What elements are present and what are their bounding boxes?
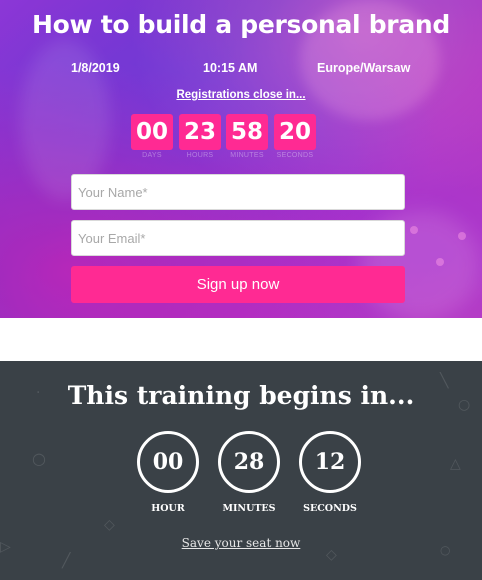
email-field[interactable] (71, 220, 405, 256)
countdown-days-label: DAYS (142, 152, 162, 159)
hero-decor-dot (436, 258, 444, 266)
training-title: This training begins in... (67, 381, 415, 410)
training-hours-label: HOUR (151, 503, 185, 514)
hero-decor-dot (458, 232, 466, 240)
sign-up-button[interactable]: Sign up now (71, 266, 405, 303)
training-hours-ring: 00 (137, 431, 199, 493)
save-seat-link[interactable]: Save your seat now (0, 536, 482, 550)
countdown-days: 00 (131, 114, 173, 150)
background-line-icon: ╱ (62, 553, 71, 569)
webinar-timezone: Europe/Warsaw (317, 61, 411, 75)
countdown-hours-label: HOURS (186, 152, 214, 159)
training-minutes-label: MINUTES (222, 503, 276, 514)
countdown-minutes: 58 (226, 114, 268, 150)
background-circle-icon: ○ (32, 449, 46, 468)
name-field[interactable] (71, 174, 405, 210)
training-minutes-ring: 28 (218, 431, 280, 493)
background-triangle-icon: ◇ (104, 517, 115, 533)
countdown-minutes-label: MINUTES (230, 152, 264, 159)
webinar-title: How to build a personal brand (32, 10, 450, 39)
webinar-time: 10:15 AM (203, 61, 258, 75)
countdown-seconds-label: SECONDS (276, 152, 314, 159)
countdown-seconds: 20 (274, 114, 316, 150)
training-seconds-label: SECONDS (303, 503, 357, 514)
background-triangle-icon: △ (450, 456, 461, 472)
hero-decor-dot (410, 226, 418, 234)
registration-hero: How to build a personal brand 1/8/2019 1… (0, 0, 482, 318)
training-seconds-ring: 12 (299, 431, 361, 493)
registrations-close-link[interactable]: Registrations close in... (0, 89, 482, 101)
countdown-hours: 23 (179, 114, 221, 150)
training-countdown-section: ○ ○ △ ◇ ▷ ╲ · ◇ ○ ╱ This training begins… (0, 361, 482, 580)
webinar-date: 1/8/2019 (71, 61, 120, 75)
